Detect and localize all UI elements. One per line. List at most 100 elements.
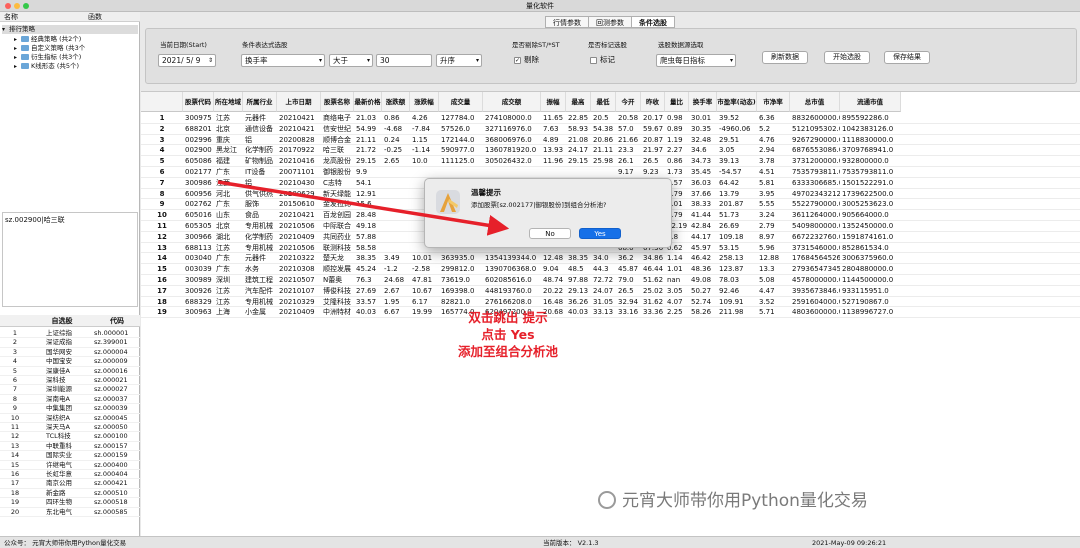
tree-item-custom[interactable]: ▸ 自定义策略 (共3个	[14, 44, 85, 53]
table-header-19[interactable]: 市净率	[757, 92, 790, 112]
table-header-12[interactable]: 最高	[566, 92, 591, 112]
table-header-4[interactable]: 上市日期	[277, 92, 321, 112]
table-cell: 39.52	[719, 114, 740, 122]
yes-button[interactable]: Yes	[579, 228, 621, 239]
table-row[interactable]: 2 688201 北京 通信设备 20210421 信安世纪 54.99 -4.68 -7.84…	[141, 124, 1080, 135]
list-item[interactable]: 11 深天马A sz.000050	[0, 423, 140, 433]
start-screening-button[interactable]: 开始选股	[824, 51, 870, 64]
tab-market-params[interactable]: 行情参数	[545, 16, 589, 28]
table-row[interactable]: 14 003040 广东 元器件 20210322 楚天龙 38.35 3.49 10.01 36…	[141, 253, 1080, 265]
table-cell: 20210409	[279, 232, 315, 241]
watchlist-col-name[interactable]: 自选股	[30, 315, 94, 327]
table-header-15[interactable]: 昨收	[641, 92, 665, 112]
refresh-data-button[interactable]: 刷新数据	[762, 51, 808, 64]
collapse-arrow-icon[interactable]: ▾	[2, 25, 9, 34]
table-header-21[interactable]: 流通市值	[840, 92, 901, 112]
expand-arrow-icon[interactable]: ▸	[14, 62, 21, 71]
save-results-button[interactable]: 保存结果	[884, 51, 930, 64]
table-header-17[interactable]: 换手率	[689, 92, 717, 112]
list-item[interactable]: 5 深康佳A sz.000016	[0, 367, 140, 376]
table-cell: 211.98	[719, 308, 744, 317]
table-header-2[interactable]: 所在地域	[214, 92, 243, 112]
table-header-7[interactable]: 涨跌额	[382, 92, 410, 112]
tree-root[interactable]: ▾ 排行策略	[2, 25, 138, 34]
list-item[interactable]: 14 国际实业 sz.000159	[0, 451, 140, 461]
threshold-input[interactable]: 30	[376, 54, 432, 67]
minimize-window-icon[interactable]	[14, 3, 20, 9]
table-cell: 3.95	[759, 189, 775, 198]
mark-checkbox[interactable]: 标记	[590, 54, 615, 65]
checkbox-icon[interactable]	[590, 56, 597, 64]
table-header-1[interactable]: 股票代码	[183, 92, 214, 112]
expand-arrow-icon[interactable]: ▸	[14, 44, 21, 53]
table-row[interactable]: 16 300989 深圳 建筑工程 20210507 N蕾奥 76.3 24.68 47.81 7…	[141, 275, 1080, 286]
table-cell: 33.36	[643, 308, 664, 317]
table-header-10[interactable]: 成交额	[483, 92, 541, 112]
tree-item-kline[interactable]: ▸ K线形态 (共5个)	[14, 62, 79, 71]
list-item[interactable]: 20 东北电气 sz.000585	[0, 508, 140, 517]
list-item[interactable]: 18 新金路 sz.000510	[0, 489, 140, 499]
zoom-window-icon[interactable]	[23, 3, 29, 9]
list-item[interactable]: 12 TCL科技 sz.000100	[0, 432, 140, 442]
list-item[interactable]: 17 南京公用 sz.000421	[0, 479, 140, 489]
list-item[interactable]: 16 长虹华意 sz.000404	[0, 470, 140, 480]
table-row[interactable]: 17 300926 江苏 汽车配件 20210107 博俊科技 27.69 2.67 10.67…	[141, 286, 1080, 297]
list-item[interactable]: 3 国华网安 sz.000004	[0, 348, 140, 358]
table-header-9[interactable]: 成交量	[439, 92, 483, 112]
table-row[interactable]: 3 002996 重庆 铝 20200828 顺博合金 21.11 0.24 1.15 17214…	[141, 135, 1080, 146]
list-item[interactable]: 9 中集集团 sz.000039	[0, 404, 140, 414]
table-cell: 10.0	[412, 157, 428, 166]
list-item[interactable]: 1 上证综指 sh.000001	[0, 329, 140, 339]
table-row[interactable]: 15 003039 广东 水务 20210308 顺控发展 45.24 -1.2 -2.58 29…	[141, 264, 1080, 275]
watchlist-col-code[interactable]: 代码	[94, 315, 140, 327]
table-header-8[interactable]: 涨跌幅	[410, 92, 439, 112]
table-cell: 中际联合	[323, 222, 351, 230]
list-item[interactable]: 2 深证成指 sz.399001	[0, 338, 140, 348]
tree-item-classic[interactable]: ▸ 经典策略 (共2个)	[14, 35, 81, 44]
source-select[interactable]: 爬虫每日指标 ▾	[656, 54, 736, 67]
table-row[interactable]: 19 300963 上海 小金属 20210409 中洲特材 40.03 6.67 19.99 1…	[141, 307, 1080, 319]
table-header-20[interactable]: 总市值	[790, 92, 840, 112]
table-header-0[interactable]	[141, 92, 183, 112]
selected-stock-info[interactable]: sz.002900|哈三联	[2, 212, 138, 307]
list-item[interactable]: 6 深科技 sz.000021	[0, 376, 140, 386]
list-item[interactable]: 4 中国宝安 sz.000009	[0, 357, 140, 367]
table-row[interactable]: 18 688329 江苏 专用机械 20210329 艾隆科技 33.57 1.95 6.17 8…	[141, 297, 1080, 308]
indicator-select[interactable]: 换手率 ▾	[241, 54, 325, 67]
table-header-16[interactable]: 量比	[665, 92, 689, 112]
list-item[interactable]: 13 中联重科 sz.000157	[0, 442, 140, 452]
list-item[interactable]: 8 深南电A sz.000037	[0, 395, 140, 405]
no-button[interactable]: No	[529, 228, 571, 239]
table-row[interactable]: 4 002900 黑龙江 化学制药 20170922 哈三联 21.72 -0.25 -1.14…	[141, 145, 1080, 157]
table-header-3[interactable]: 所属行业	[243, 92, 277, 112]
table-header-14[interactable]: 今开	[616, 92, 641, 112]
checkbox-checked-icon[interactable]: ✓	[514, 56, 521, 64]
close-window-icon[interactable]	[5, 3, 11, 9]
table-cell: 26.5	[643, 157, 659, 166]
table-header-5[interactable]: 股票名称	[321, 92, 354, 112]
table-header-13[interactable]: 最低	[591, 92, 616, 112]
tab-backtest-params[interactable]: 回测参数	[588, 16, 632, 28]
tab-condition-screening[interactable]: 条件选股	[631, 16, 675, 28]
stepper-icon[interactable]: ⇕	[208, 55, 213, 66]
table-row[interactable]: 6 002177 广东 IT设备 20071101 御银股份 9.9 9.17 9.23 1.73…	[141, 167, 1080, 178]
table-cell: 24.07	[593, 286, 614, 295]
table-row[interactable]: 1 300975 江苏 元器件 20210421 商络电子 21.03 0.86 4.26 127…	[141, 113, 1080, 124]
status-left: 公众号： 元宵大师带你用Python量化交易	[4, 539, 127, 547]
st-filter-checkbox[interactable]: ✓ 剔除	[514, 54, 539, 65]
list-item[interactable]: 10 深纺织A sz.000045	[0, 414, 140, 423]
table-row[interactable]: 5 605086 福建 矿物制品 20210416 龙高股份 29.15 2.65 10.0 11…	[141, 156, 1080, 167]
list-item[interactable]: 7 深圳能源 sz.000027	[0, 385, 140, 395]
operator-select[interactable]: 大于 ▾	[329, 54, 373, 67]
table-header-6[interactable]: 最新价格	[354, 92, 382, 112]
list-item[interactable]: 15 许继电气 sz.000400	[0, 461, 140, 470]
table-header-11[interactable]: 振幅	[541, 92, 566, 112]
table-cell: 002177	[185, 168, 212, 176]
expand-arrow-icon[interactable]: ▸	[14, 35, 21, 44]
date-picker[interactable]: 2021/ 5/ 9 ⇕	[158, 54, 216, 67]
sort-select[interactable]: 升序 ▾	[436, 54, 482, 67]
table-header-18[interactable]: 市盈率(动态)	[717, 92, 757, 112]
expand-arrow-icon[interactable]: ▸	[14, 53, 21, 62]
tree-item-derived[interactable]: ▸ 衍生指标 (共3个)	[14, 53, 81, 62]
list-item[interactable]: 19 四环生物 sz.000518	[0, 498, 140, 508]
